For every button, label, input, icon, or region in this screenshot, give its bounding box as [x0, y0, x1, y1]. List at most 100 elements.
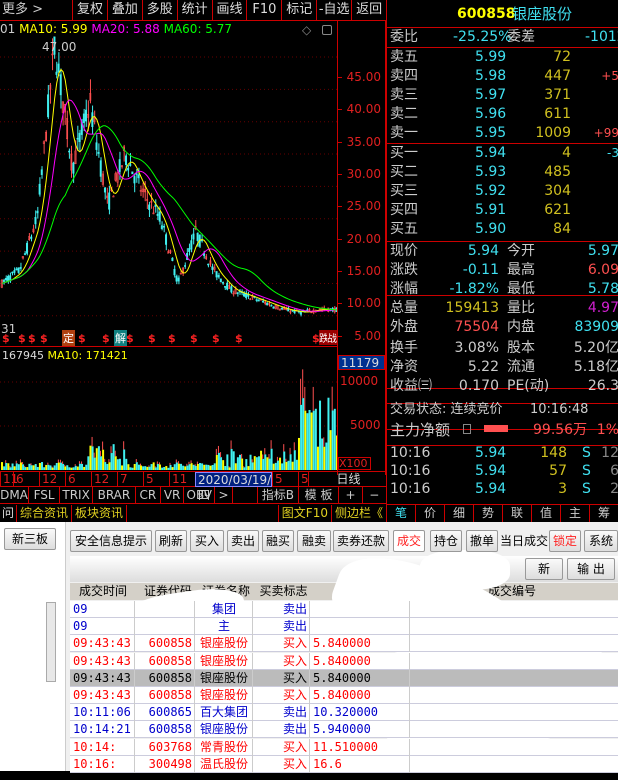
volume-bar: [300, 404, 303, 470]
info-tab[interactable]: 板块资讯: [72, 505, 128, 522]
panel-tab[interactable]: 主: [561, 505, 590, 522]
table-row[interactable]: 09:43:43 600858 银座股份 买入 5.840000: [70, 669, 618, 687]
zoom-in-button[interactable]: +: [339, 487, 363, 503]
diamond-icon[interactable]: ◇: [302, 23, 311, 37]
volume-bar: [127, 464, 130, 470]
detail-icon[interactable]: [463, 424, 471, 434]
volume-bar: [53, 465, 56, 470]
ask-row: 卖一 5.95 1009 +99: [387, 124, 618, 143]
toolbar-button[interactable]: 叠加: [106, 0, 142, 20]
volume-bar: [245, 459, 248, 470]
trade-panel: 新三板 新 输 出 成交时间证券代码证券名称买卖标志成交价格成交编号 安全信息提…: [0, 522, 618, 780]
panel-tab[interactable]: 筹: [590, 505, 618, 522]
indicator-tab[interactable]: >: [215, 487, 233, 503]
volume-bar: [93, 457, 96, 470]
sidebar-toggle[interactable]: 侧边栏《: [332, 505, 386, 522]
panel-tab[interactable]: 值: [532, 505, 561, 522]
cell-code: 600858: [135, 669, 195, 687]
trade-button[interactable]: 融买: [262, 530, 294, 552]
panel-tab[interactable]: 联: [503, 505, 532, 522]
toolbar-button[interactable]: 标记: [281, 0, 316, 20]
template-button[interactable]: 模 板: [299, 487, 340, 503]
panel-tab[interactable]: 笔: [387, 505, 416, 522]
volume-bar: [293, 442, 295, 451]
trade-button[interactable]: 买入: [190, 530, 224, 552]
indicator-tab[interactable]: BRAR: [93, 487, 136, 503]
table-row[interactable]: 09:43:43 600858 银座股份 买入 5.840000: [70, 652, 618, 670]
table-row[interactable]: 09 集团 卖出: [70, 601, 618, 618]
volume-bar: [89, 445, 92, 470]
more-button[interactable]: 更多 >: [0, 0, 72, 20]
trade-button[interactable]: 安全信息提示: [70, 530, 152, 552]
new-third-board-button[interactable]: 新三板: [4, 528, 56, 550]
volume-chart[interactable]: [0, 346, 337, 471]
fund-label: 流通: [507, 359, 535, 375]
lock-button[interactable]: 锁定: [549, 530, 581, 552]
info-tab[interactable]: 综合资讯: [17, 505, 73, 522]
table-row[interactable]: 09 主卖出: [70, 618, 618, 636]
column-header[interactable]: 成交时间: [72, 583, 134, 600]
indicator-tab[interactable]: TRIX: [60, 487, 94, 503]
candle: [207, 263, 210, 266]
period-button[interactable]: 日线: [308, 472, 386, 487]
cell-flag: 买入: [253, 687, 310, 704]
chart-toolbar: 更多 > 复权 叠加 多股 统计 画线 F10 标记 -自选 返回: [0, 0, 386, 21]
toolbar-button[interactable]: 画线: [211, 0, 247, 20]
volume-bar: [260, 450, 263, 470]
toolbar-button[interactable]: -自选: [316, 0, 351, 20]
panel-tab[interactable]: 势: [474, 505, 503, 522]
volume-bar: [1, 462, 3, 470]
table-row[interactable]: 10:16: 300498 温氏股份 买入 16.6: [70, 755, 618, 773]
scrollbar[interactable]: [46, 602, 56, 682]
toolbar-button[interactable]: F10: [246, 0, 281, 20]
indicator-tab[interactable]: VR: [161, 487, 185, 503]
zoom-out-button[interactable]: −: [363, 487, 386, 503]
table-row[interactable]: 10:11:06 600865 百大集团 卖出 10.320000: [70, 704, 618, 722]
toolbar-button[interactable]: 复权: [72, 0, 107, 20]
panel-toggle-icon[interactable]: [322, 25, 332, 35]
candle: [266, 302, 269, 306]
candle: [23, 253, 26, 255]
tick-row: 10:16 5.94 3 S 2: [387, 480, 618, 499]
candle: [190, 240, 193, 250]
trade-button[interactable]: 持仓: [430, 530, 462, 552]
bid-label: 买三: [390, 183, 418, 199]
volume-bar: [70, 467, 73, 470]
panel-tab[interactable]: 细: [445, 505, 474, 522]
table-row[interactable]: 10:14:21 600858 银座股份 卖出 5.940000: [70, 721, 618, 739]
kline-chart[interactable]: [0, 20, 337, 345]
table-row[interactable]: 09:43:43 600858 银座股份 买入 5.840000: [70, 687, 618, 704]
volume-cursor-value: 11179: [338, 355, 385, 370]
toolbar-button[interactable]: 统计: [176, 0, 212, 20]
trade-button[interactable]: 卖券还款: [333, 530, 389, 552]
trade-button[interactable]: 刷新: [155, 530, 187, 552]
indicator-b-button[interactable]: 指标B: [258, 487, 299, 503]
trade-button[interactable]: 卖出: [227, 530, 259, 552]
candle: [19, 267, 22, 269]
volume-bar: [78, 463, 81, 470]
cell-name: 主: [195, 618, 253, 636]
volume-bar: [135, 462, 138, 470]
tick-price: 5.94: [475, 481, 507, 497]
axis-tick: [338, 271, 342, 273]
indicator-tab[interactable]: OBV: [184, 487, 216, 503]
trade-button[interactable]: 成交: [393, 530, 425, 552]
indicator-tab[interactable]: CR: [136, 487, 161, 503]
toolbar-button[interactable]: 返回: [351, 0, 386, 20]
panel-tab[interactable]: 价: [416, 505, 445, 522]
indicator-tab[interactable]: FSL: [29, 487, 61, 503]
volume-bar: [196, 464, 199, 470]
indicator-tab[interactable]: DMA: [0, 487, 30, 503]
volume-bar: [125, 458, 128, 470]
table-row[interactable]: 09:43:43 600858 银座股份 买入 5.840000: [70, 635, 618, 653]
table-row[interactable]: 10:14: 603768 常青股份 买入 11.510000: [70, 738, 618, 756]
info-tab[interactable]: 问: [0, 505, 18, 522]
trade-button[interactable]: 撤单: [466, 530, 498, 552]
column-header[interactable]: 买卖标志: [255, 583, 312, 600]
export-button[interactable]: 输 出: [567, 558, 615, 580]
f10-tab[interactable]: 图文F10: [279, 505, 332, 522]
refresh-list-button[interactable]: 新: [525, 558, 563, 580]
system-button[interactable]: 系统: [584, 530, 618, 552]
trade-button[interactable]: 融卖: [297, 530, 331, 552]
toolbar-button[interactable]: 多股: [141, 0, 177, 20]
